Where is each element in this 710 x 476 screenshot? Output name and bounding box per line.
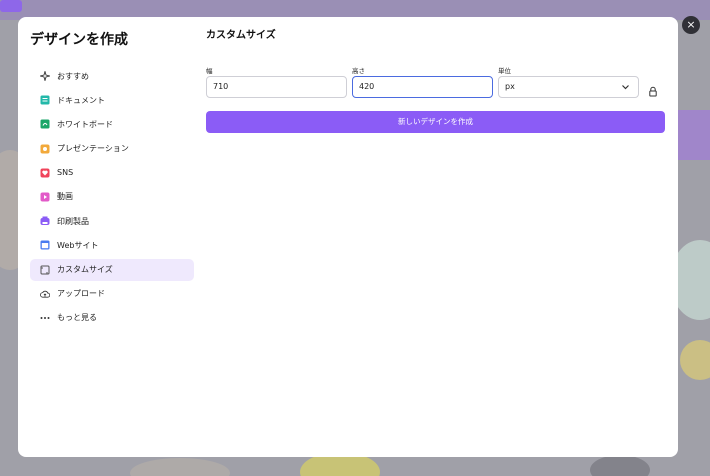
video-icon: [40, 192, 50, 202]
height-label: 高さ: [352, 67, 365, 75]
sidebar-item-label: 印刷製品: [57, 216, 89, 226]
close-icon[interactable]: ×: [682, 16, 700, 34]
presentation-icon: [40, 144, 50, 154]
sidebar-item-label: 動画: [57, 192, 73, 202]
website-icon: [40, 240, 50, 250]
background-shape: [590, 455, 650, 476]
heart-icon: [40, 168, 50, 178]
size-fields: 幅 710 高さ 420 単位 px: [206, 66, 666, 106]
create-design-dialog: デザインを作成 おすすめドキュメント ホワイトボードプレゼンテーション SNS 動画印…: [18, 17, 678, 457]
sidebar-item-label: SNS: [57, 168, 74, 178]
whiteboard-icon: [40, 119, 50, 129]
sidebar-item-label: Webサイト: [57, 240, 99, 250]
sidebar-item-label: カスタムサイズ: [57, 265, 113, 274]
print-icon: [40, 216, 50, 226]
sidebar-item[interactable]: ホワイトボード: [30, 113, 194, 135]
document-icon: [40, 95, 50, 105]
create-new-design-button[interactable]: 新しいデザインを作成: [206, 111, 665, 133]
upload-cloud-icon: [40, 289, 50, 299]
sidebar-item-label: もっと見る: [57, 313, 97, 323]
sidebar-item-label: プレゼンテーション: [57, 144, 129, 154]
unit-select[interactable]: px: [498, 76, 639, 98]
chevron-down-icon: [621, 77, 630, 105]
sidebar-item[interactable]: Webサイト: [30, 234, 194, 256]
sidebar-item[interactable]: おすすめ: [30, 65, 194, 87]
sparkles-icon: [40, 71, 50, 81]
height-field: 高さ 420: [352, 66, 493, 98]
sidebar-item-label: ホワイトボード: [57, 119, 113, 129]
lock-aspect-icon[interactable]: [647, 86, 659, 100]
sidebar-item[interactable]: SNS: [30, 162, 194, 184]
custom-size-icon: [40, 265, 50, 275]
sidebar-item[interactable]: アップロード: [30, 283, 194, 305]
sidebar-item[interactable]: 印刷製品: [30, 210, 194, 232]
unit-field: 単位 px: [498, 66, 639, 98]
background-chip: [0, 0, 22, 12]
sidebar-item[interactable]: カスタムサイズ: [30, 258, 194, 281]
custom-size-panel: カスタムサイズ 幅 710 高さ 420 単位 px 新しいデザインを作成: [206, 29, 666, 133]
sidebar-item[interactable]: もっと見る: [30, 307, 194, 329]
design-type-list: おすすめドキュメント ホワイトボードプレゼンテーション SNS 動画印刷製品 Webサイ…: [30, 65, 194, 329]
sidebar-item[interactable]: 動画: [30, 186, 194, 208]
sidebar-item-label: ドキュメント: [57, 95, 105, 105]
unit-label: 単位: [498, 67, 511, 75]
width-field: 幅 710: [206, 66, 347, 98]
design-type-sidebar: デザインを作成 おすすめドキュメント ホワイトボードプレゼンテーション SNS 動画印…: [30, 29, 194, 331]
background-shape: [130, 458, 230, 476]
background-shape: [680, 340, 710, 380]
height-input[interactable]: 420: [352, 76, 493, 98]
section-title: カスタムサイズ: [206, 30, 276, 41]
sidebar-item[interactable]: プレゼンテーション: [30, 138, 194, 160]
unit-value: px: [505, 82, 515, 91]
sidebar-item[interactable]: ドキュメント: [30, 89, 194, 111]
width-input[interactable]: 710: [206, 76, 347, 98]
sidebar-item-label: おすすめ: [57, 71, 89, 81]
width-label: 幅: [206, 67, 213, 75]
more-dots-icon: [40, 313, 50, 323]
sidebar-item-label: アップロード: [57, 289, 105, 299]
dialog-title: デザインを作成: [30, 32, 128, 48]
